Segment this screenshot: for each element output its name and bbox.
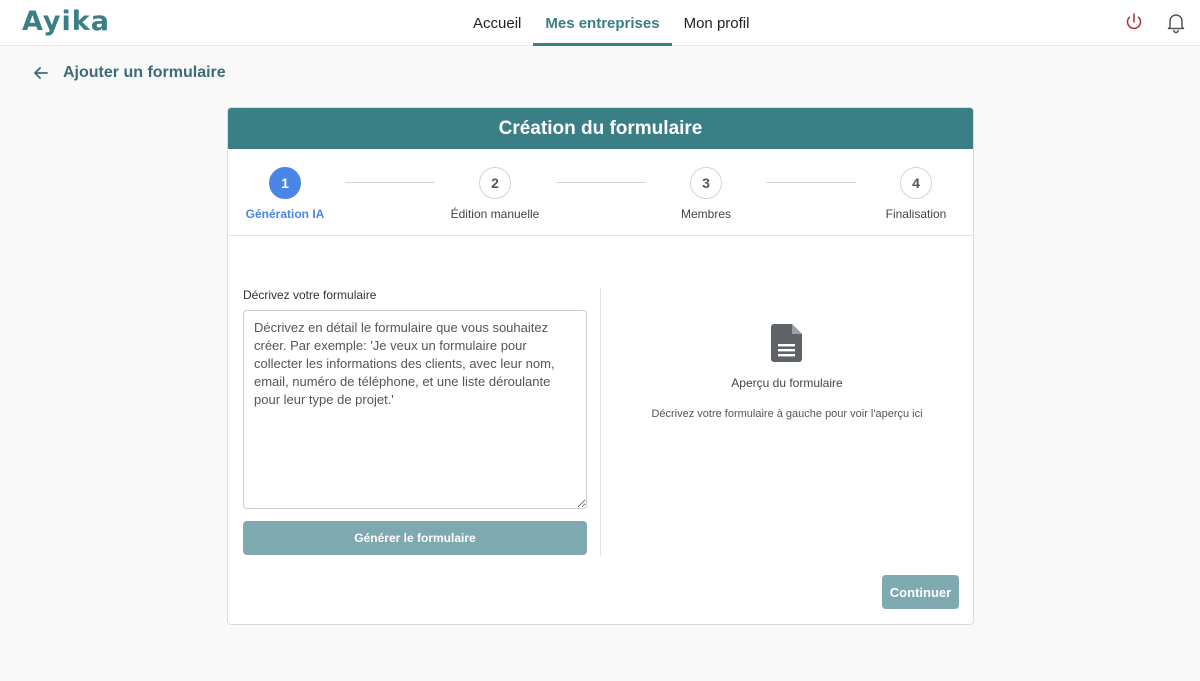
nav-item-mes-entreprises[interactable]: Mes entreprises (533, 0, 672, 46)
step-1-label: Génération IA (245, 207, 325, 221)
arrow-left-icon[interactable] (32, 64, 50, 82)
nav-item-accueil[interactable]: Accueil (461, 0, 533, 46)
description-label: Décrivez votre formulaire (243, 288, 377, 302)
preview-title: Aperçu du formulaire (731, 376, 843, 390)
step-2-circle: 2 (479, 167, 511, 199)
step-3-label: Membres (680, 207, 731, 221)
card-title: Création du formulaire (228, 108, 973, 149)
description-textarea[interactable] (243, 310, 587, 509)
preview-hint: Décrivez votre formulaire à gauche pour … (651, 408, 923, 420)
step-4-label: Finalisation (885, 207, 947, 221)
step-4-circle: 4 (900, 167, 932, 199)
step-connector (766, 182, 856, 183)
nav-item-mon-profil[interactable]: Mon profil (672, 0, 762, 46)
step-connector (345, 182, 435, 183)
top-navigation-bar: Ayika Accueil Mes entreprises Mon profil (0, 0, 1200, 46)
step-1-circle: 1 (269, 167, 301, 199)
form-creation-card: Création du formulaire 1 2 3 4 Génératio… (227, 107, 974, 625)
step-2-label: Édition manuelle (450, 207, 540, 221)
generate-form-button[interactable]: Générer le formulaire (243, 521, 587, 555)
page-title: Ajouter un formulaire (63, 64, 226, 81)
preview-pane: Aperçu du formulaire Décrivez votre form… (601, 288, 973, 556)
bell-icon[interactable] (1164, 10, 1188, 34)
step-connector (556, 182, 646, 183)
document-icon (771, 324, 802, 362)
power-icon[interactable] (1122, 10, 1146, 34)
logo[interactable]: Ayika (22, 6, 110, 37)
continue-button[interactable]: Continuer (882, 575, 959, 609)
description-pane: Décrivez votre formulaire Générer le for… (243, 288, 587, 555)
main-nav: Accueil Mes entreprises Mon profil (461, 0, 761, 46)
stepper: 1 2 3 4 Génération IA Édition manuelle M… (228, 149, 973, 236)
step-3-circle: 3 (690, 167, 722, 199)
page-header: Ajouter un formulaire (32, 64, 226, 82)
